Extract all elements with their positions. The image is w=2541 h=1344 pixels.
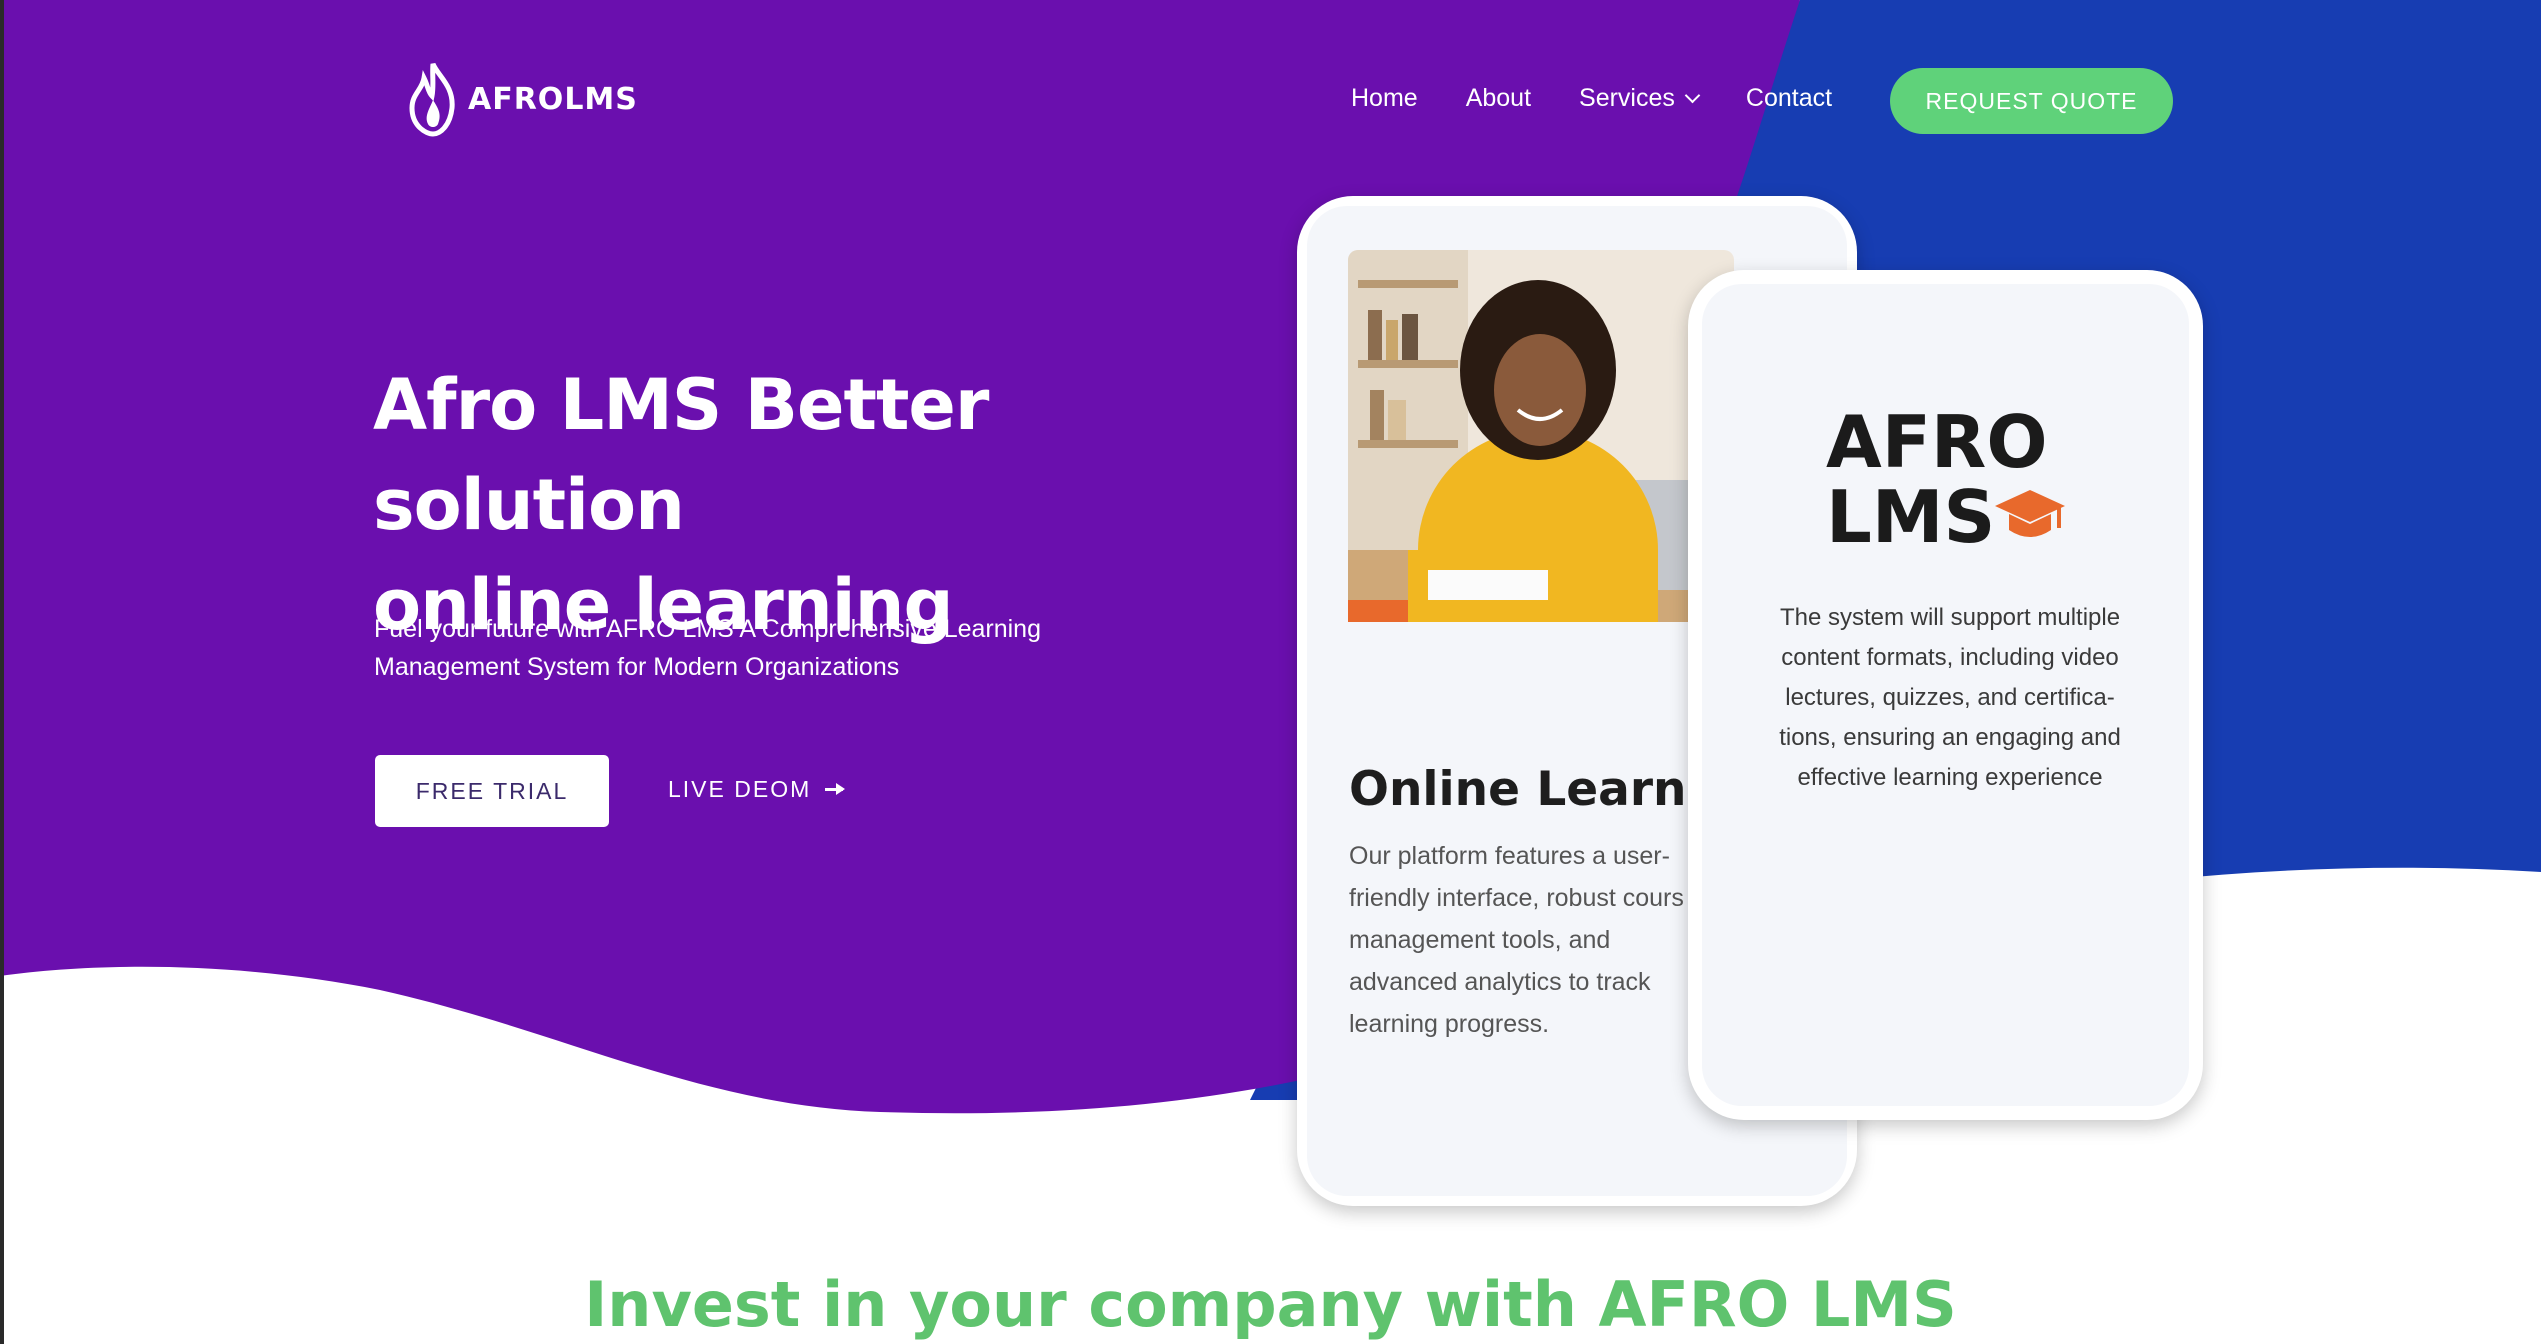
student-photo bbox=[1348, 250, 1734, 622]
free-trial-button[interactable]: FREE TRIAL bbox=[375, 755, 609, 827]
hero-subtitle-line2: Management System for Modern Organizatio… bbox=[374, 653, 900, 681]
online-learning-description: Our platform features a user- friendly i… bbox=[1349, 842, 1684, 1038]
hero-subtitle-line1: Fuel your future with AFRO LMS A Compreh… bbox=[374, 615, 1041, 643]
chevron-down-icon bbox=[1684, 87, 1701, 104]
nav-about-label: About bbox=[1465, 84, 1532, 112]
live-demo-link[interactable]: LIVE DEOM bbox=[668, 776, 846, 803]
wordmark-line2: LMS bbox=[1826, 475, 1996, 559]
brand-name: AFROLMS bbox=[468, 81, 638, 117]
nav-contact-label: Contact bbox=[1745, 84, 1833, 112]
main-nav: Home About Services Contact bbox=[1351, 84, 1832, 113]
nav-home-label: Home bbox=[1351, 84, 1418, 112]
flame-logo-icon bbox=[409, 62, 455, 137]
nav-services-label: Services bbox=[1579, 84, 1675, 112]
wordmark-line1: AFRO bbox=[1826, 400, 2048, 484]
system-description: The system will support multiple content… bbox=[1779, 604, 2121, 791]
invest-section-heading: Invest in your company with AFRO LMS bbox=[584, 1268, 1957, 1341]
window-edge bbox=[0, 0, 4, 1344]
hero-title-line1: Afro LMS Better solution bbox=[373, 364, 989, 546]
brand-logo[interactable]: AFROLMS bbox=[404, 60, 638, 138]
nav-contact[interactable]: Contact bbox=[1746, 84, 1832, 113]
nav-about[interactable]: About bbox=[1466, 84, 1531, 113]
live-demo-label: LIVE DEOM bbox=[668, 776, 812, 802]
nav-home[interactable]: Home bbox=[1351, 84, 1418, 113]
nav-services[interactable]: Services bbox=[1579, 84, 1701, 113]
hero-subtitle: Fuel your future with AFRO LMS A Compreh… bbox=[374, 610, 1074, 686]
graduation-cap-icon bbox=[1995, 490, 2065, 537]
arrow-right-icon bbox=[825, 783, 846, 795]
request-quote-button[interactable]: REQUEST QUOTE bbox=[1890, 68, 2173, 134]
